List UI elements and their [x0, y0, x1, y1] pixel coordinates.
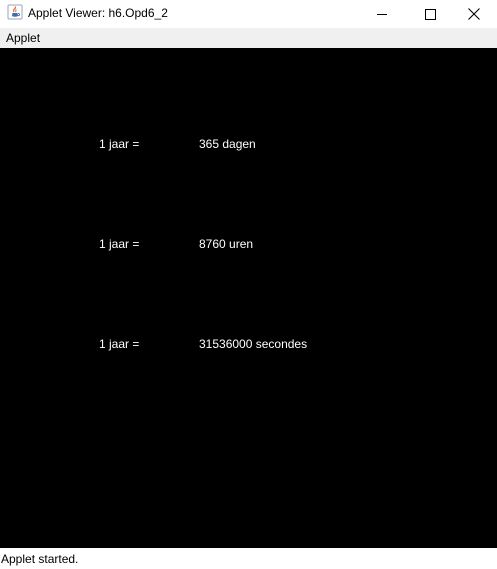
row-1-label: 1 jaar =	[99, 137, 140, 151]
row-1-value: 365 dagen	[199, 137, 256, 151]
row-2-label: 1 jaar =	[99, 237, 140, 251]
minimize-icon	[377, 9, 387, 19]
minimize-button[interactable]	[359, 0, 405, 28]
window-title: Applet Viewer: h6.Opd6_2	[28, 6, 168, 20]
row-2-value: 8760 uren	[199, 237, 254, 251]
status-text: Applet started.	[1, 552, 79, 566]
applet-canvas: 1 jaar = 365 dagen 1 jaar = 8760 uren 1 …	[0, 48, 497, 548]
applet-viewer-window: Applet Viewer: h6.Opd6_2 Applet 1 jaar =	[0, 0, 497, 569]
menu-bar: Applet	[0, 28, 497, 48]
title-bar[interactable]: Applet Viewer: h6.Opd6_2	[0, 0, 497, 28]
status-bar: Applet started.	[0, 548, 497, 569]
maximize-icon	[424, 8, 436, 20]
row-3-value: 31536000 secondes	[199, 337, 308, 351]
close-icon	[468, 8, 480, 20]
java-coffee-cup-icon	[7, 4, 23, 20]
row-3-label: 1 jaar =	[99, 337, 140, 351]
maximize-button[interactable]	[407, 0, 453, 28]
menu-applet[interactable]: Applet	[6, 30, 40, 46]
close-button[interactable]	[451, 0, 497, 28]
